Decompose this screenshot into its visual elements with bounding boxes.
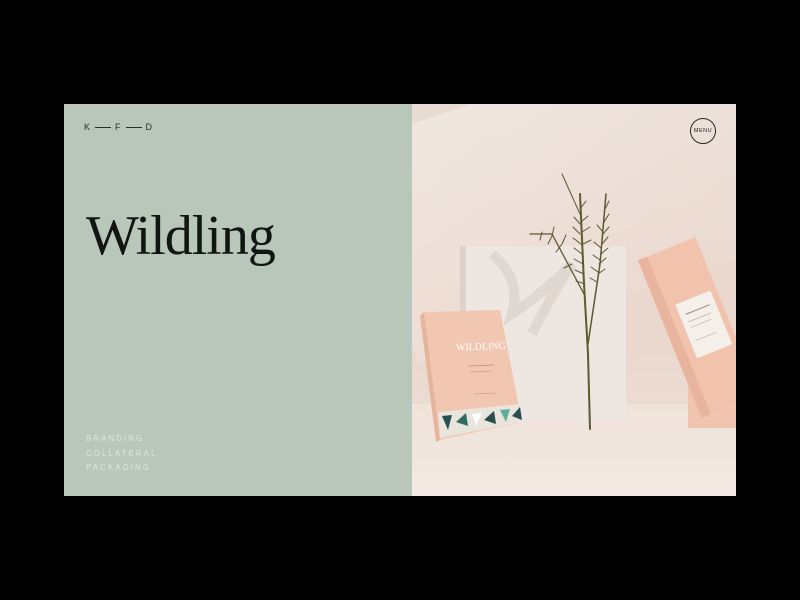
project-title: Wildling bbox=[86, 205, 276, 267]
logo-dash bbox=[95, 126, 112, 128]
menu-button[interactable]: MENU bbox=[690, 118, 716, 144]
logo-letter-f: F bbox=[115, 122, 122, 132]
service-item-packaging: PACKAGING bbox=[86, 463, 151, 472]
product-scene: WILDLING bbox=[420, 173, 736, 442]
service-item-collateral: COLLATERAL bbox=[86, 448, 158, 458]
logo-letter-k: K bbox=[84, 122, 92, 132]
box-brand-label: WILDLING bbox=[456, 341, 506, 354]
services-list: BRANDING COLLATERAL PACKAGING bbox=[86, 432, 157, 476]
service-item-branding: BRANDING bbox=[86, 434, 145, 443]
logo-dash bbox=[125, 126, 142, 128]
logo[interactable]: K F D bbox=[84, 122, 153, 132]
tilted-box bbox=[637, 237, 736, 418]
logo-letter-d: D bbox=[145, 122, 154, 132]
project-card: K F D Wildling BRANDING COLLATERAL PACKA… bbox=[64, 104, 736, 496]
left-panel: K F D Wildling BRANDING COLLATERAL PACKA… bbox=[64, 104, 412, 496]
product-photo: WILDLING MENU bbox=[412, 104, 736, 496]
